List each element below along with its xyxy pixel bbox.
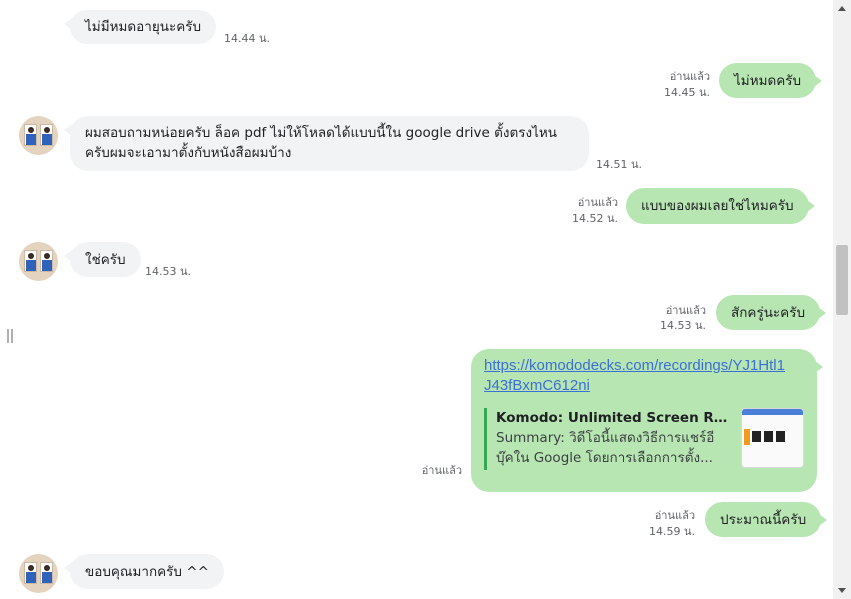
link-url[interactable]: https://komododecks.com/recordings/YJ1Ht… <box>484 356 802 396</box>
contact-avatar[interactable] <box>19 116 58 155</box>
preview-summary-line-1: Summary: วิดีโอนี้แสดงวิธีการแชร์อี <box>496 430 715 446</box>
read-status: อ่านแล้ว <box>577 196 618 209</box>
incoming-message[interactable]: ขอบคุณมากครับ ^^ <box>64 554 224 589</box>
read-status: อ่านแล้ว <box>421 464 462 477</box>
preview-summary-line-2: บุ๊คใน Google โดยการเลือกการตั้ง... <box>496 450 713 466</box>
message-text: แบบของผมเลยใช่ไหมครับ <box>641 198 794 214</box>
message-text: ไม่หมดครับ <box>734 72 802 89</box>
read-status: อ่านแล้ว <box>665 304 706 317</box>
chevron-down-icon[interactable] <box>838 588 846 593</box>
preview-title: Komodo: Unlimited Screen Recording <box>496 410 728 426</box>
message-time: 14.53 น. <box>145 265 192 278</box>
outgoing-message[interactable]: ไม่หมดครับ <box>719 63 823 98</box>
message-text: ใช่ครับ <box>85 251 126 268</box>
resize-handle-icon[interactable] <box>7 329 13 343</box>
message-time: 14.59 น. <box>648 525 695 538</box>
read-status: อ่านแล้ว <box>654 509 695 522</box>
incoming-message[interactable]: ใช่ครับ <box>64 242 141 277</box>
outgoing-message[interactable]: แบบของผมเลยใช่ไหมครับ <box>626 188 815 224</box>
vertical-scrollbar[interactable] <box>833 0 851 599</box>
chat-thread[interactable]: ไม่มีหมดอายุนะครับ 14.44 น. อ่านแล้ว 14.… <box>0 0 833 599</box>
message-text: ไม่มีหมดอายุนะครับ <box>85 19 202 35</box>
incoming-message[interactable]: ไม่มีหมดอายุนะครับ <box>63 10 217 44</box>
incoming-message[interactable]: ผมสอบถามหน่อยครับ ล็อค pdf ไม่ให้โหลดได้… <box>64 116 589 171</box>
message-time: 14.52 น. <box>571 212 618 225</box>
link-preview[interactable]: Komodo: Unlimited Screen Recording Summa… <box>484 408 804 470</box>
message-time: 14.44 น. <box>224 32 271 45</box>
outgoing-message[interactable]: ประมาณนี้ครับ <box>705 502 828 537</box>
link-preview-message[interactable]: https://komododecks.com/recordings/YJ1Ht… <box>471 349 823 492</box>
message-line-1: ผมสอบถามหน่อยครับ ล็อค pdf ไม่ให้โหลดได้… <box>85 125 558 141</box>
message-time: 14.45 น. <box>663 86 710 99</box>
message-line-2: ครับผมจะเอามาตั้งกับหนังสือผมบ้าง <box>85 145 292 161</box>
message-time: 14.51 น. <box>596 158 643 171</box>
contact-avatar[interactable] <box>19 554 58 593</box>
chevron-up-icon[interactable] <box>838 6 846 11</box>
message-text: ขอบคุณมากครับ ^^ <box>85 563 209 580</box>
outgoing-message[interactable]: สักครู่นะครับ <box>716 295 827 330</box>
scrollbar-thumb[interactable] <box>836 245 848 315</box>
message-text: ประมาณนี้ครับ <box>720 511 807 528</box>
read-status: อ่านแล้ว <box>669 70 710 83</box>
message-text: สักครู่นะครับ <box>731 304 806 321</box>
contact-avatar[interactable] <box>19 242 58 281</box>
preview-thumbnail <box>741 408 804 468</box>
message-time: 14.53 น. <box>659 319 706 332</box>
